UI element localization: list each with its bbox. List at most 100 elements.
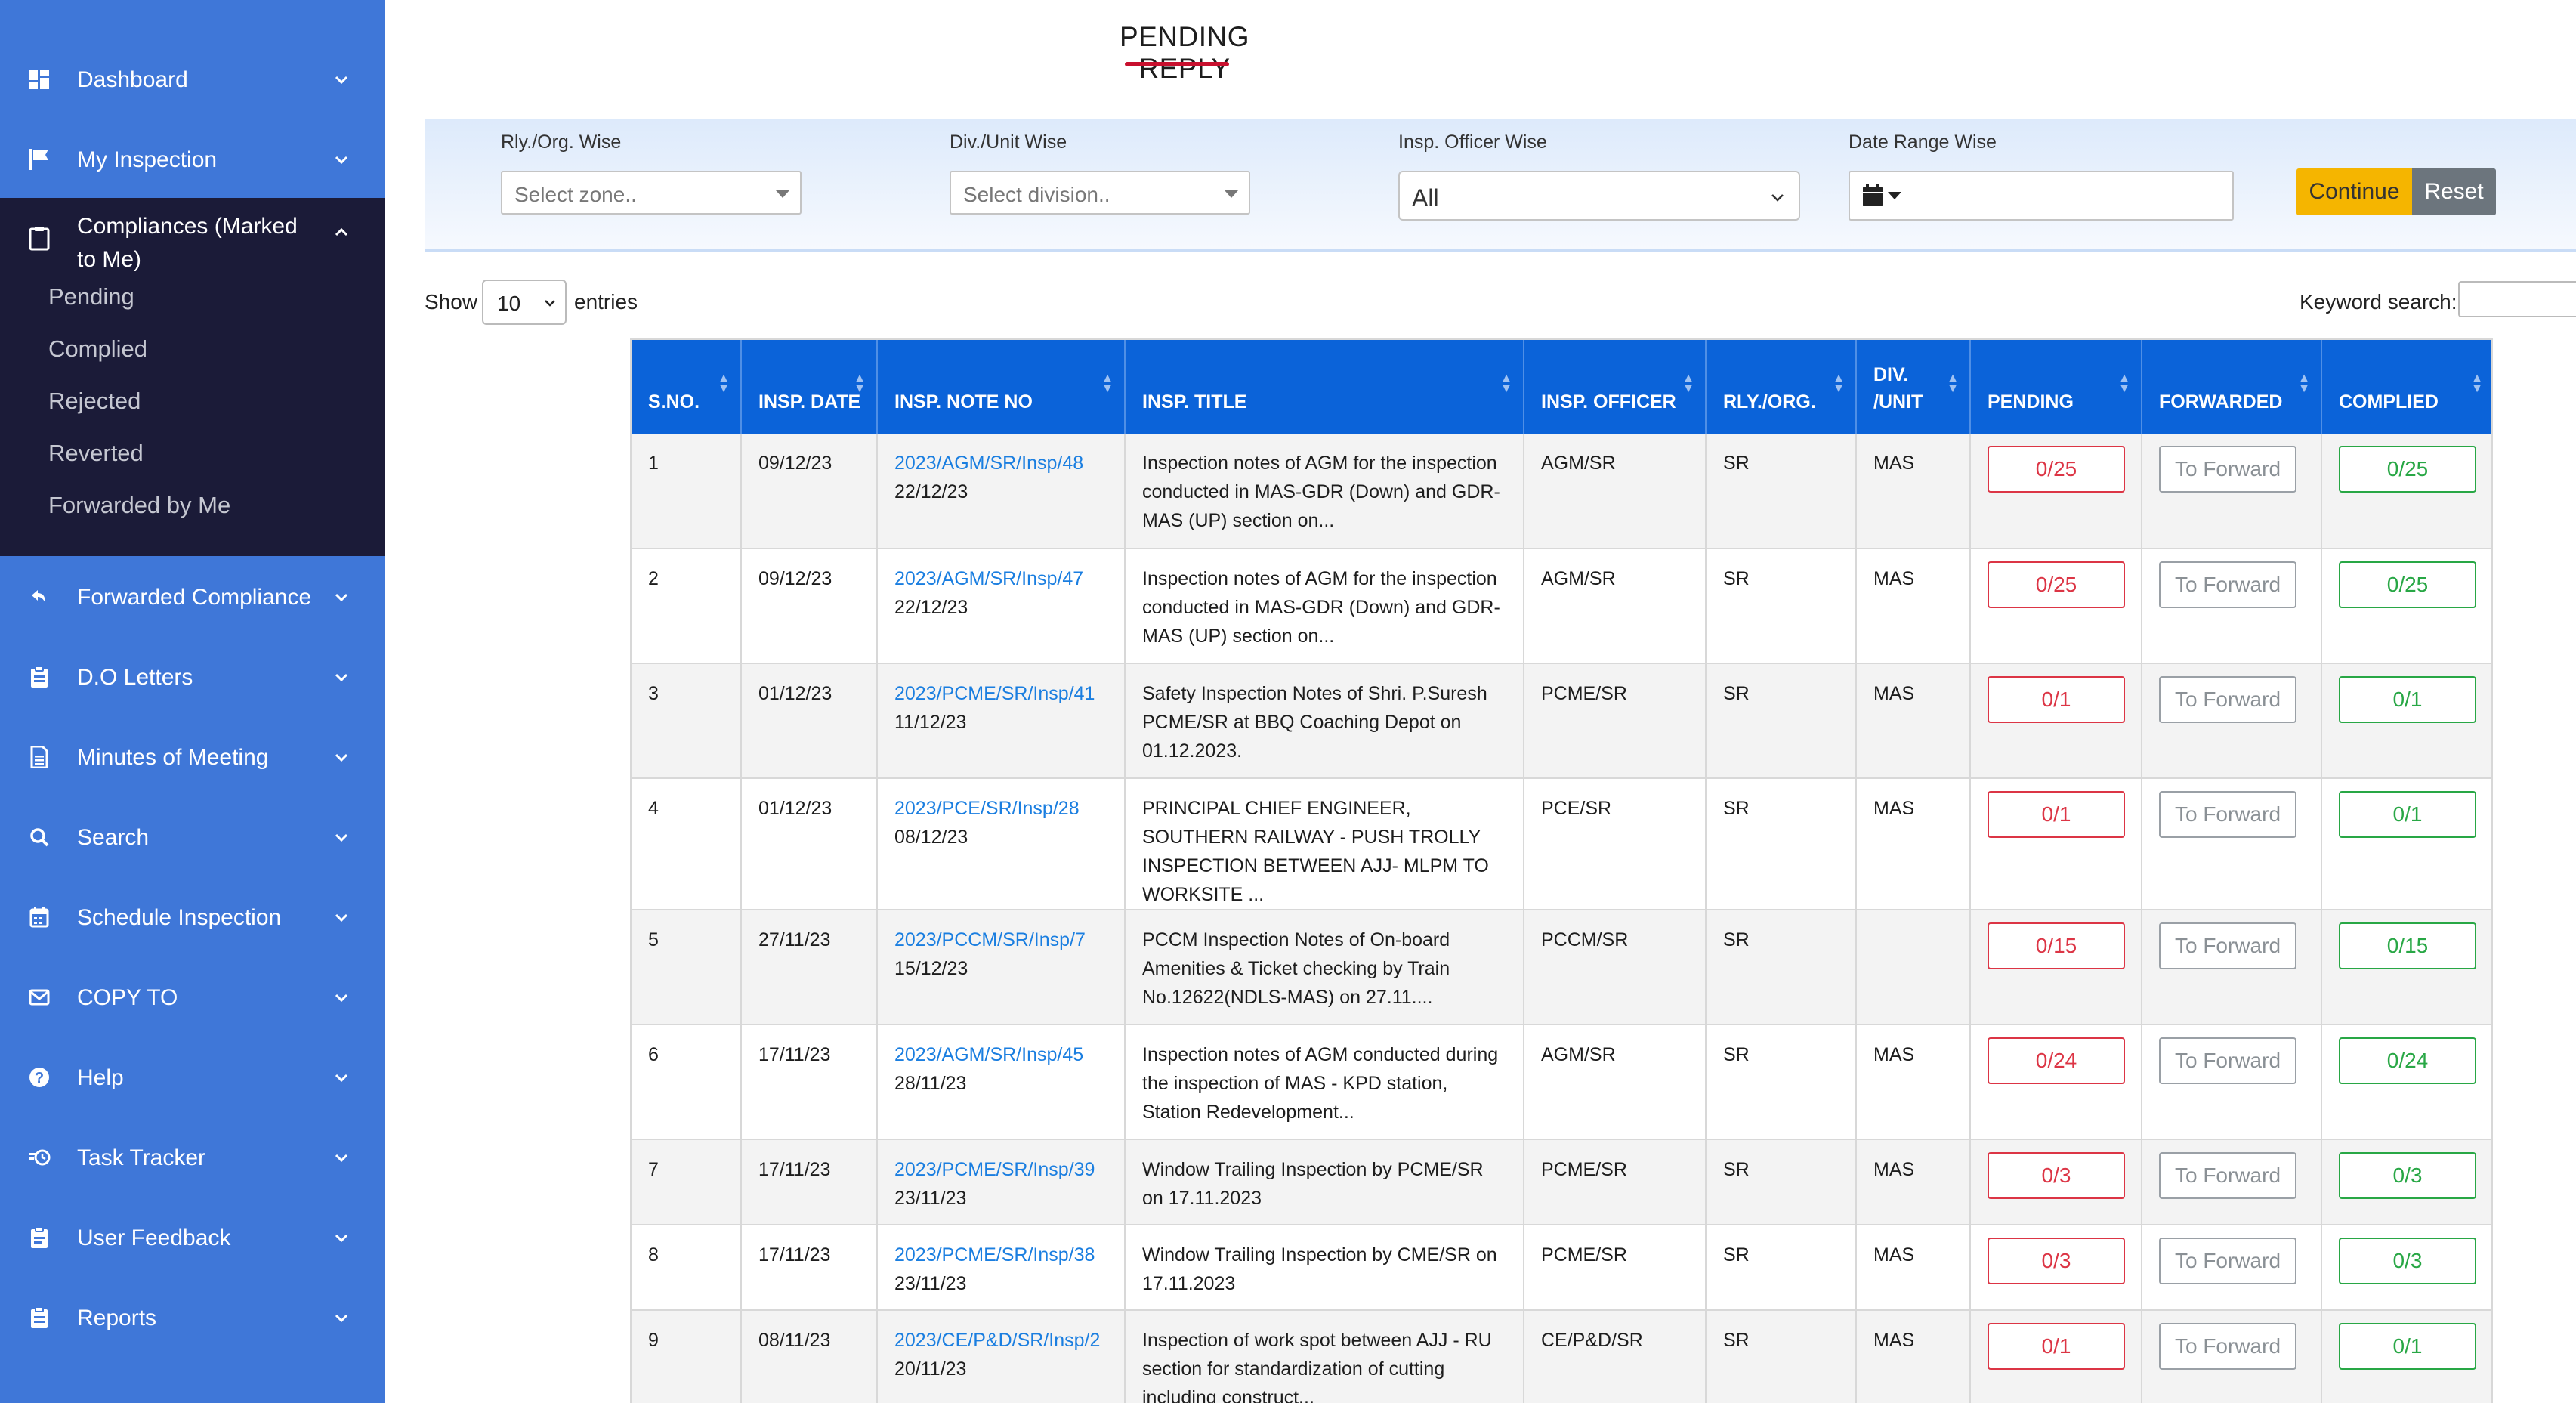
column-header-insp-note-no[interactable]: INSP. NOTE NO ▲ ▼ bbox=[877, 340, 1126, 434]
table-row: 6 17/11/23 2023/AGM/SR/Insp/45 28/11/23 I… bbox=[632, 1024, 2491, 1140]
document-icon bbox=[27, 745, 51, 769]
insp-note-link[interactable]: 2023/AGM/SR/Insp/48 bbox=[894, 453, 1083, 474]
insp-note-link[interactable]: 2023/AGM/SR/Insp/47 bbox=[894, 568, 1083, 589]
sidebar-item-dashboard[interactable]: Dashboard bbox=[0, 40, 385, 120]
column-header-div-unit[interactable]: DIV. /UNIT ▲ ▼ bbox=[1856, 340, 1971, 434]
cell-complied: 0/25 bbox=[2321, 434, 2491, 549]
pending-count-button[interactable]: 0/1 bbox=[1988, 1323, 2125, 1370]
sidebar-item-schedule-inspection[interactable]: Schedule Inspection bbox=[0, 878, 385, 958]
cell-insp-date: 27/11/23 bbox=[741, 910, 878, 1025]
complied-count-button[interactable]: 0/25 bbox=[2339, 561, 2476, 608]
insp-note-link[interactable]: 2023/PCME/SR/Insp/38 bbox=[894, 1244, 1095, 1265]
cell-insp-date: 17/11/23 bbox=[741, 1225, 878, 1311]
column-header-forwarded[interactable]: FORWARDED ▲ ▼ bbox=[2142, 340, 2322, 434]
cell-insp-officer: PCE/SR bbox=[1524, 778, 1707, 910]
cell-complied: 0/3 bbox=[2321, 1225, 2491, 1311]
cell-insp-officer: PCME/SR bbox=[1524, 1225, 1707, 1311]
entries-label: entries bbox=[574, 290, 638, 314]
complied-count-button[interactable]: 0/3 bbox=[2339, 1238, 2476, 1284]
pending-count-button[interactable]: 0/25 bbox=[1988, 446, 2125, 493]
to-forward-button[interactable]: To Forward bbox=[2159, 791, 2296, 838]
cell-insp-date: 01/12/23 bbox=[741, 663, 878, 779]
column-header-insp-title[interactable]: INSP. TITLE ▲ ▼ bbox=[1125, 340, 1524, 434]
column-header-pending[interactable]: PENDING ▲ ▼ bbox=[1970, 340, 2142, 434]
to-forward-button[interactable]: To Forward bbox=[2159, 676, 2296, 723]
insp-note-link[interactable]: 2023/AGM/SR/Insp/45 bbox=[894, 1044, 1083, 1065]
insp-note-link[interactable]: 2023/PCME/SR/Insp/41 bbox=[894, 683, 1095, 704]
to-forward-button[interactable]: To Forward bbox=[2159, 1238, 2296, 1284]
to-forward-button[interactable]: To Forward bbox=[2159, 561, 2296, 608]
insp-note-link[interactable]: 2023/CE/P&D/SR/Insp/2 bbox=[894, 1330, 1100, 1351]
sidebar-item-do-letters[interactable]: D.O Letters bbox=[0, 638, 385, 718]
sidebar-item-reports[interactable]: Reports bbox=[0, 1278, 385, 1358]
cell-insp-title: Window Trailing Inspection by PCME/SR on… bbox=[1125, 1139, 1524, 1225]
to-forward-button[interactable]: To Forward bbox=[2159, 1323, 2296, 1370]
sidebar-item-user-feedback[interactable]: User Feedback bbox=[0, 1198, 385, 1278]
sidebar-subitem-forwarded-by-me[interactable]: Forwarded by Me bbox=[48, 492, 230, 519]
sidebar-item-forwarded-compliance[interactable]: Forwarded Compliance bbox=[0, 558, 385, 638]
complied-count-button[interactable]: 0/3 bbox=[2339, 1152, 2476, 1199]
calendar-icon bbox=[1863, 184, 1883, 206]
to-forward-button[interactable]: To Forward bbox=[2159, 446, 2296, 493]
complied-count-button[interactable]: 0/25 bbox=[2339, 446, 2476, 493]
cell-sno: 8 bbox=[632, 1225, 742, 1311]
complied-count-button[interactable]: 0/1 bbox=[2339, 791, 2476, 838]
pending-count-button[interactable]: 0/15 bbox=[1988, 922, 2125, 969]
sidebar-item-task-tracker[interactable]: Task Tracker bbox=[0, 1118, 385, 1198]
sidebar-item-copy-to[interactable]: COPY TO bbox=[0, 958, 385, 1038]
table-row: 2 09/12/23 2023/AGM/SR/Insp/47 22/12/23 I… bbox=[632, 549, 2491, 664]
cell-rly-org: SR bbox=[1706, 434, 1857, 549]
table-row: 4 01/12/23 2023/PCE/SR/Insp/28 08/12/23 P… bbox=[632, 778, 2491, 910]
date-range-input[interactable] bbox=[1849, 171, 2234, 221]
continue-button[interactable]: Continue bbox=[2296, 168, 2412, 215]
sidebar-group-compliances: Compliances (Marked to Me) Pending Compl… bbox=[0, 198, 385, 556]
pending-count-button[interactable]: 0/3 bbox=[1988, 1238, 2125, 1284]
division-select[interactable]: Select division.. bbox=[950, 171, 1250, 215]
sidebar-subitem-rejected[interactable]: Rejected bbox=[48, 388, 141, 415]
entries-per-page-select[interactable]: 10 bbox=[482, 280, 567, 325]
keyword-search-input[interactable] bbox=[2458, 281, 2576, 317]
to-forward-button[interactable]: To Forward bbox=[2159, 1037, 2296, 1084]
insp-note-link[interactable]: 2023/PCE/SR/Insp/28 bbox=[894, 798, 1080, 819]
cell-pending: 0/25 bbox=[1970, 434, 2142, 549]
sidebar-group-label[interactable]: Compliances (Marked to Me) bbox=[77, 210, 319, 277]
sidebar-item-label: Search bbox=[77, 825, 150, 850]
sidebar-subitem-reverted[interactable]: Reverted bbox=[48, 440, 144, 467]
complied-count-button[interactable]: 0/1 bbox=[2339, 1323, 2476, 1370]
cell-pending: 0/25 bbox=[1970, 549, 2142, 664]
column-header-insp-officer[interactable]: INSP. OFFICER ▲ ▼ bbox=[1524, 340, 1707, 434]
chevron-up-icon[interactable] bbox=[335, 225, 348, 239]
officer-select[interactable]: All bbox=[1398, 171, 1800, 221]
sidebar-item-minutes-of-meeting[interactable]: Minutes of Meeting bbox=[0, 718, 385, 798]
pending-count-button[interactable]: 0/3 bbox=[1988, 1152, 2125, 1199]
sidebar: Dashboard My Inspection Compliances (Mar… bbox=[0, 0, 385, 1403]
cell-insp-note-no: 2023/PCCM/SR/Insp/7 15/12/23 bbox=[877, 910, 1126, 1025]
insp-note-link[interactable]: 2023/PCCM/SR/Insp/7 bbox=[894, 929, 1086, 950]
cell-forwarded: To Forward bbox=[2142, 1225, 2322, 1311]
sidebar-item-search[interactable]: Search bbox=[0, 798, 385, 878]
complied-count-button[interactable]: 0/24 bbox=[2339, 1037, 2476, 1084]
pending-count-button[interactable]: 0/1 bbox=[1988, 676, 2125, 723]
to-forward-button[interactable]: To Forward bbox=[2159, 922, 2296, 969]
to-forward-button[interactable]: To Forward bbox=[2159, 1152, 2296, 1199]
cell-forwarded: To Forward bbox=[2142, 434, 2322, 549]
pending-count-button[interactable]: 0/1 bbox=[1988, 791, 2125, 838]
sidebar-subitem-complied[interactable]: Complied bbox=[48, 335, 147, 363]
complied-count-button[interactable]: 0/15 bbox=[2339, 922, 2476, 969]
complied-count-button[interactable]: 0/1 bbox=[2339, 676, 2476, 723]
reset-button[interactable]: Reset bbox=[2412, 168, 2496, 215]
sidebar-item-help[interactable]: ? Help bbox=[0, 1038, 385, 1118]
pending-count-button[interactable]: 0/25 bbox=[1988, 561, 2125, 608]
cell-insp-title: PRINCIPAL CHIEF ENGINEER, SOUTHERN RAILW… bbox=[1125, 778, 1524, 910]
column-header-rly-org[interactable]: RLY./ORG. ▲ ▼ bbox=[1706, 340, 1857, 434]
chevron-down-icon bbox=[335, 76, 348, 85]
sidebar-subitem-pending[interactable]: Pending bbox=[48, 283, 134, 311]
pending-count-button[interactable]: 0/24 bbox=[1988, 1037, 2125, 1084]
sidebar-item-my-inspection[interactable]: My Inspection bbox=[0, 120, 385, 200]
zone-select[interactable]: Select zone.. bbox=[501, 171, 802, 215]
column-header-complied[interactable]: COMPLIED ▲ ▼ bbox=[2321, 340, 2491, 434]
column-header-sno[interactable]: S.NO. ▲ ▼ bbox=[632, 340, 742, 434]
insp-note-link[interactable]: 2023/PCME/SR/Insp/39 bbox=[894, 1159, 1095, 1180]
cell-insp-officer: AGM/SR bbox=[1524, 549, 1707, 664]
column-header-insp-date[interactable]: INSP. DATE ▲ ▼ bbox=[741, 340, 878, 434]
